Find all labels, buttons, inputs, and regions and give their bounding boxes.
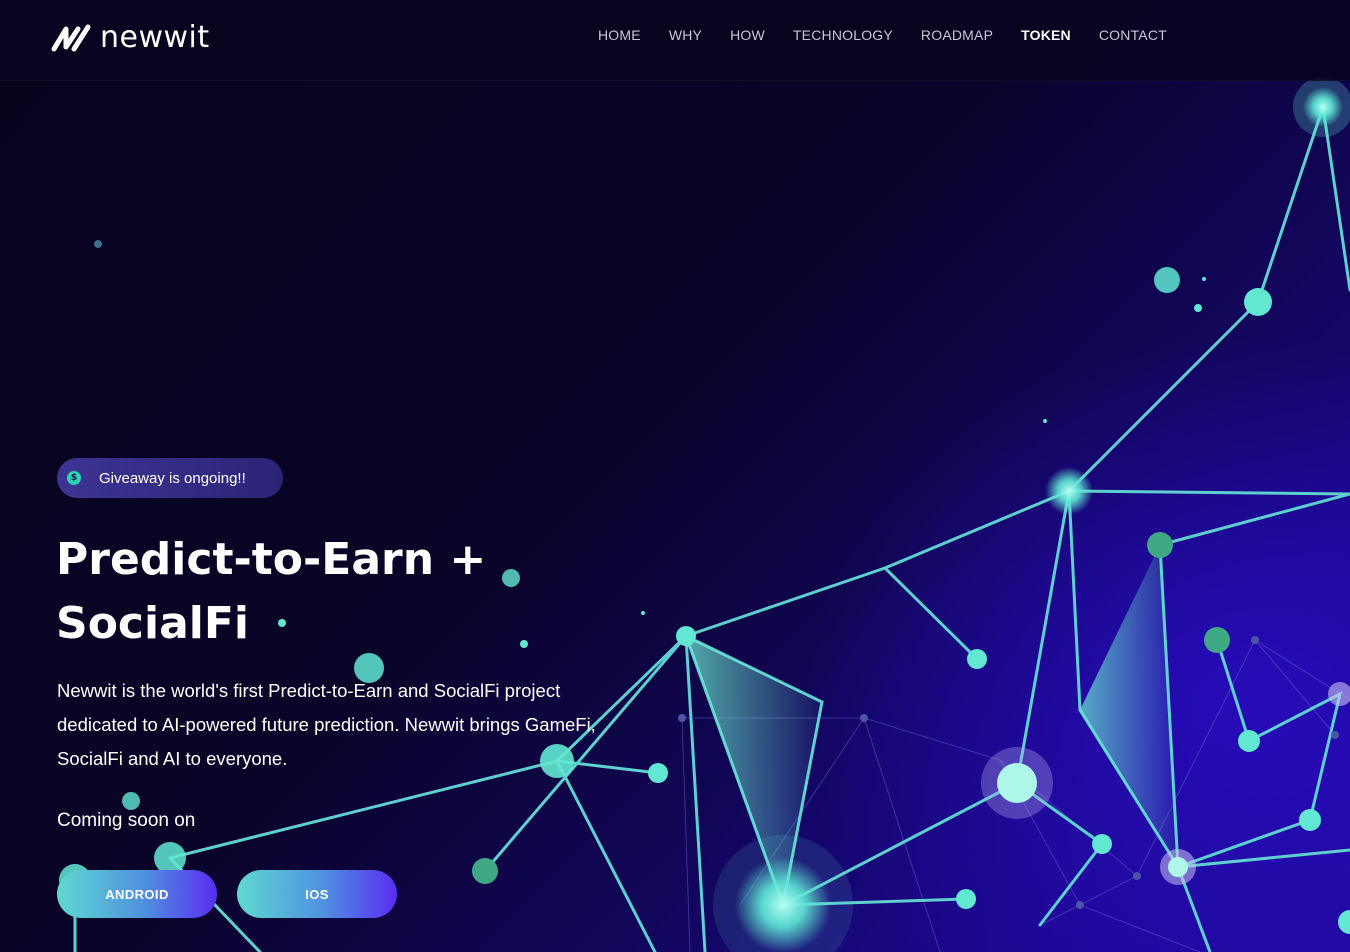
nav-home[interactable]: HOME xyxy=(598,26,641,44)
dollar-coin-icon: $ xyxy=(67,471,81,485)
nav-roadmap[interactable]: ROADMAP xyxy=(921,26,993,44)
nav-contact[interactable]: CONTACT xyxy=(1099,26,1167,44)
brand-name: newwit xyxy=(100,20,210,55)
ios-button[interactable]: IOS xyxy=(237,870,397,918)
coming-soon-label: Coming soon on xyxy=(57,810,196,831)
main-nav: HOME WHY HOW TECHNOLOGY ROADMAP TOKEN CO… xyxy=(598,26,1195,44)
android-button[interactable]: ANDROID xyxy=(57,870,217,918)
nav-why[interactable]: WHY xyxy=(669,26,702,44)
newwit-logo-icon xyxy=(51,24,91,52)
nav-token[interactable]: TOKEN xyxy=(1021,26,1071,44)
hero-title-line2: SocialFi xyxy=(56,598,249,649)
hero-description: Newwit is the world's first Predict-to-E… xyxy=(57,680,596,769)
nav-technology[interactable]: TECHNOLOGY xyxy=(793,26,893,44)
site-header: newwit HOME WHY HOW TECHNOLOGY ROADMAP T… xyxy=(0,0,1350,81)
hero-title: Predict-to-Earn + SocialFi xyxy=(56,528,576,656)
hero-title-line1: Predict-to-Earn + xyxy=(56,534,487,585)
nav-how[interactable]: HOW xyxy=(730,26,765,44)
giveaway-badge-text: Giveaway is ongoing!! xyxy=(99,469,246,487)
giveaway-badge[interactable]: $ Giveaway is ongoing!! xyxy=(57,458,283,498)
brand-logo[interactable]: newwit xyxy=(50,20,210,56)
